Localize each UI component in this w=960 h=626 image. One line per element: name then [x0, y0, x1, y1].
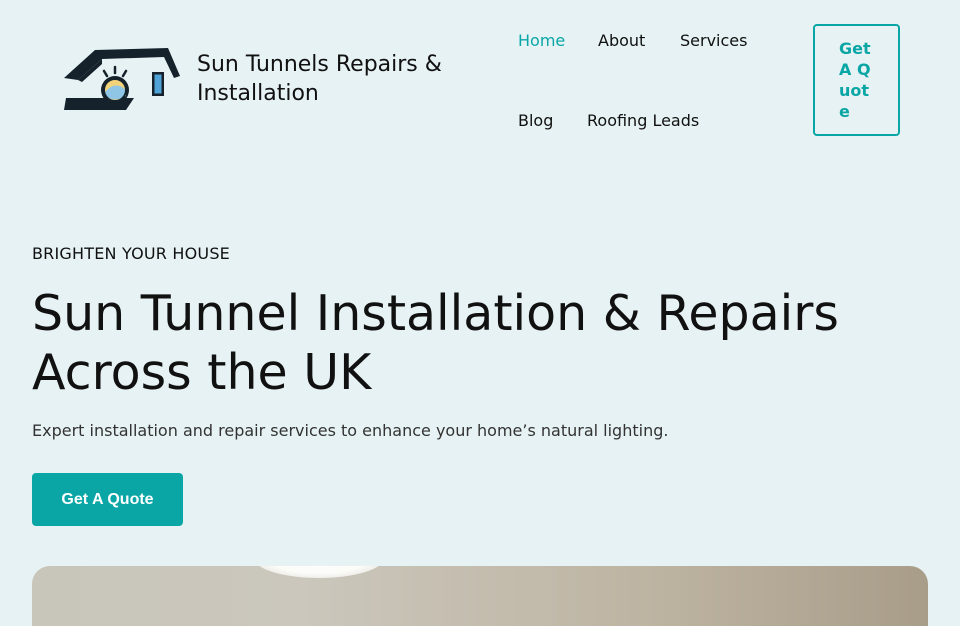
nav-home[interactable]: Home	[518, 31, 565, 50]
hero-subtitle: Expert installation and repair services …	[32, 421, 669, 440]
hero-title: Sun Tunnel Installation & Repairs Across…	[32, 285, 839, 401]
ceiling-light-image	[254, 566, 384, 578]
site-header: Sun Tunnels Repairs & Installation Home …	[0, 0, 960, 160]
hero-image	[32, 566, 928, 626]
hero-get-a-quote-button[interactable]: Get A Quote	[32, 473, 183, 526]
header-cta-label: Get A Quote	[839, 39, 871, 121]
nav-about[interactable]: About	[598, 31, 645, 50]
house-sun-tunnel-logo-icon[interactable]	[60, 40, 185, 115]
nav-roofing-leads[interactable]: Roofing Leads	[587, 111, 699, 130]
hero-eyebrow: BRIGHTEN YOUR HOUSE	[32, 244, 230, 263]
nav-services[interactable]: Services	[680, 31, 747, 50]
header-get-a-quote-button[interactable]: Get A Quote	[813, 24, 900, 136]
nav-blog[interactable]: Blog	[518, 111, 553, 130]
site-brand-name[interactable]: Sun Tunnels Repairs & Installation	[197, 50, 477, 108]
